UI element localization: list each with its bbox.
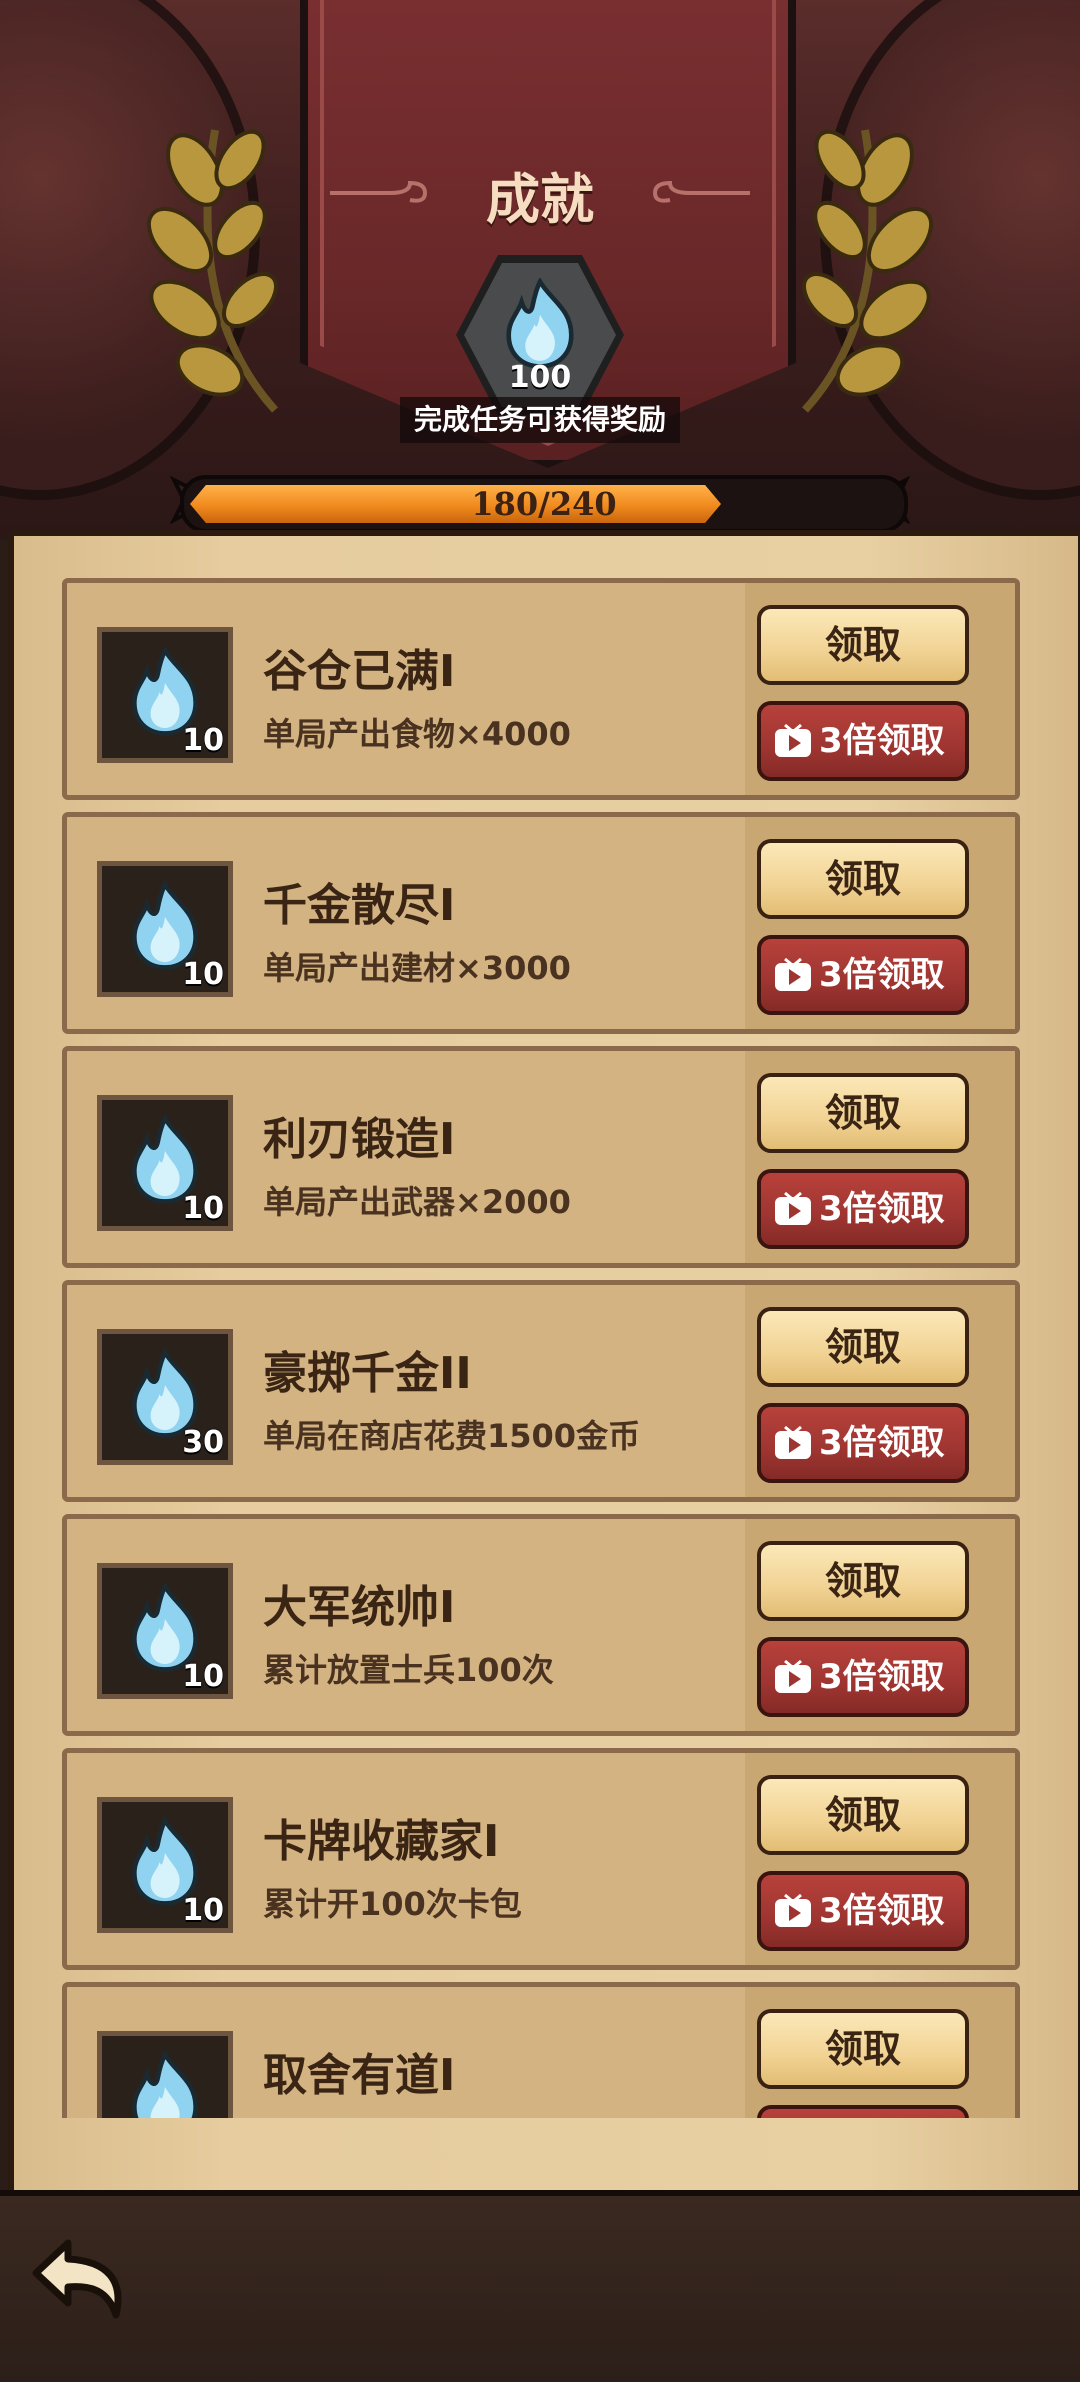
claim-button[interactable]: 领取	[757, 1541, 969, 1621]
reward-icon-box: 10	[97, 1563, 233, 1699]
claim-triple-label: 3倍领取	[819, 2109, 945, 2118]
claim-triple-label: 3倍领取	[819, 721, 945, 761]
claim-button[interactable]: 领取	[757, 1073, 969, 1153]
achievement-card: 10 取舍有道I 累计弃牌100次 领取 3倍领取	[62, 1982, 1020, 2118]
claim-triple-button[interactable]: 3倍领取	[757, 1169, 969, 1249]
claim-triple-label: 3倍领取	[819, 1657, 945, 1697]
achievement-description: 单局产出建材×3000	[263, 949, 571, 987]
achievement-description: 累计弃牌100次	[263, 2113, 490, 2118]
blue-flame-icon	[506, 278, 574, 369]
video-ad-icon	[775, 1425, 811, 1459]
claim-triple-button[interactable]: 3倍领取	[757, 1403, 969, 1483]
reward-icon-box: 10	[97, 2031, 233, 2118]
achievement-description: 累计放置士兵100次	[263, 1651, 554, 1689]
claim-triple-button[interactable]: 3倍领取	[757, 701, 969, 781]
claim-triple-button[interactable]: 3倍领取	[757, 2105, 969, 2118]
claim-button[interactable]: 领取	[757, 839, 969, 919]
claim-triple-button[interactable]: 3倍领取	[757, 935, 969, 1015]
achievement-card: 10 大军统帅I 累计放置士兵100次 领取 3倍领取	[62, 1514, 1020, 1736]
claim-triple-button[interactable]: 3倍领取	[757, 1637, 969, 1717]
achievement-title: 豪掷千金II	[263, 1348, 472, 1399]
achievement-card: 10 卡牌收藏家I 累计开100次卡包 领取 3倍领取	[62, 1748, 1020, 1970]
reward-amount: 30	[182, 1425, 224, 1460]
video-ad-icon	[775, 957, 811, 991]
page-title: 成就	[486, 168, 594, 231]
reward-amount: 10	[182, 957, 224, 992]
reward-icon-box: 10	[97, 1095, 233, 1231]
reward-hint: 完成任务可获得奖励	[400, 397, 680, 443]
blue-flame-icon	[132, 2049, 198, 2118]
reward-amount: 10	[182, 1893, 224, 1928]
achievement-card: 10 千金散尽I 单局产出建材×3000 领取 3倍领取	[62, 812, 1020, 1034]
reward-icon-box: 30	[97, 1329, 233, 1465]
reward-amount: 10	[182, 1659, 224, 1694]
video-ad-icon	[775, 1191, 811, 1225]
achievement-progress-bar: 180/240	[180, 475, 908, 533]
bottom-bar	[0, 2190, 1080, 2382]
back-arrow-icon[interactable]	[28, 2225, 138, 2335]
achievement-title: 卡牌收藏家I	[263, 1816, 500, 1867]
achievement-list[interactable]: 10 谷仓已满I 单局产出食物×4000 领取 3倍领取 10 千金散尽I 单局…	[62, 578, 1020, 2118]
reward-amount: 10	[182, 723, 224, 758]
claim-triple-label: 3倍领取	[819, 1423, 945, 1463]
reward-total: 100	[508, 360, 572, 395]
video-ad-icon	[775, 723, 811, 757]
achievement-title: 取舍有道I	[263, 2050, 456, 2101]
achievement-card: 10 利刃锻造I 单局产出武器×2000 领取 3倍领取	[62, 1046, 1020, 1268]
achievement-description: 累计开100次卡包	[263, 1885, 522, 1923]
claim-button[interactable]: 领取	[757, 1307, 969, 1387]
achievement-title: 大军统帅I	[263, 1582, 456, 1633]
video-ad-icon	[775, 1893, 811, 1927]
achievement-title: 利刃锻造I	[263, 1114, 456, 1165]
claim-triple-label: 3倍领取	[819, 1891, 945, 1931]
video-ad-icon	[775, 1659, 811, 1693]
claim-triple-label: 3倍领取	[819, 955, 945, 995]
achievement-description: 单局产出武器×2000	[263, 1183, 571, 1221]
claim-button[interactable]: 领取	[757, 2009, 969, 2089]
claim-triple-button[interactable]: 3倍领取	[757, 1871, 969, 1951]
claim-button[interactable]: 领取	[757, 605, 969, 685]
achievement-title: 千金散尽I	[263, 880, 456, 931]
achievement-description: 单局产出食物×4000	[263, 715, 571, 753]
progress-text: 180/240	[471, 485, 617, 523]
claim-button[interactable]: 领取	[757, 1775, 969, 1855]
achievement-title: 谷仓已满I	[263, 646, 456, 697]
reward-icon-box: 10	[97, 861, 233, 997]
reward-amount: 10	[182, 1191, 224, 1226]
achievement-card: 10 谷仓已满I 单局产出食物×4000 领取 3倍领取	[62, 578, 1020, 800]
achievement-card: 30 豪掷千金II 单局在商店花费1500金币 领取 3倍领取	[62, 1280, 1020, 1502]
achievement-description: 单局在商店花费1500金币	[263, 1417, 641, 1455]
reward-icon-box: 10	[97, 627, 233, 763]
claim-triple-label: 3倍领取	[819, 1189, 945, 1229]
reward-icon-box: 10	[97, 1797, 233, 1933]
